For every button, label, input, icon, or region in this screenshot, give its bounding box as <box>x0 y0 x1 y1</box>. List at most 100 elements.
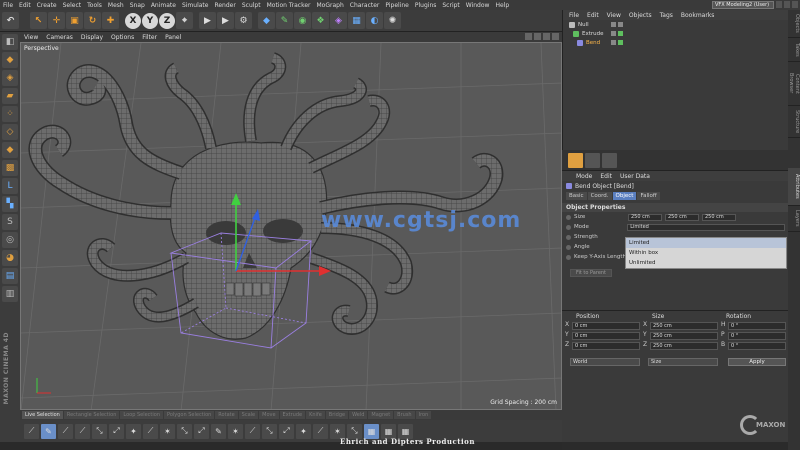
position-x-field[interactable]: 0 cm <box>572 322 640 330</box>
slide-tool-icon[interactable]: ⤡ <box>92 423 107 439</box>
mode-option-within-box[interactable]: Within box <box>626 248 786 258</box>
coordinate-system-icon[interactable]: ⌖ <box>176 12 193 29</box>
menu-plugins[interactable]: Plugins <box>412 2 440 9</box>
mode-rotate[interactable]: Rotate <box>215 411 238 419</box>
coordinate-space-select[interactable]: World <box>570 358 640 366</box>
menu-animate[interactable]: Animate <box>148 2 179 9</box>
om-menu-tags[interactable]: Tags <box>656 12 677 19</box>
size-y-field[interactable]: 250 cm <box>665 213 699 221</box>
menu-edit[interactable]: Edit <box>16 2 34 9</box>
animate-dot-icon[interactable] <box>566 244 571 250</box>
lock-workplane-icon[interactable]: ◕ <box>2 250 18 266</box>
subdivision-surface-icon[interactable]: ◉ <box>294 12 311 29</box>
bevel-tool-icon[interactable]: ✦ <box>126 423 141 439</box>
menu-sculpt[interactable]: Sculpt <box>239 2 264 9</box>
viewport-menu-options[interactable]: Options <box>107 34 138 41</box>
tweak-icon[interactable]: ▚ <box>2 196 18 212</box>
polygon-pen-icon[interactable]: ✎ <box>211 423 226 439</box>
workplane-icon[interactable]: ▰ <box>2 88 18 104</box>
iron-tool-icon[interactable]: ⟋ <box>245 423 260 439</box>
polygons-mode-icon[interactable]: ◆ <box>2 142 18 158</box>
animate-dot-icon[interactable] <box>566 234 571 240</box>
mode-bridge[interactable]: Bridge <box>325 411 349 419</box>
brush-tool-icon[interactable]: ⟋ <box>24 423 39 439</box>
visibility-dot-icon[interactable] <box>611 31 616 36</box>
recent-tool-icon[interactable]: ✚ <box>102 12 119 29</box>
quantize-icon[interactable]: ◎ <box>2 232 18 248</box>
y-axis-lock-button[interactable]: Y <box>142 12 158 29</box>
mode-brush[interactable]: Brush <box>394 411 415 419</box>
rotation-b-field[interactable]: 0 ° <box>728 342 786 350</box>
floor-icon[interactable]: ▦ <box>348 12 365 29</box>
texture-mode-icon[interactable]: ◈ <box>2 70 18 86</box>
tag-mode-icon[interactable] <box>585 152 600 168</box>
scale-icon[interactable]: ▣ <box>66 12 83 29</box>
mode-weld[interactable]: Weld <box>349 411 368 419</box>
tab-takes[interactable]: Takes <box>788 38 800 62</box>
material-mode-icon[interactable] <box>602 152 617 168</box>
orbit-icon[interactable] <box>543 33 550 40</box>
model-mode-icon[interactable]: ◆ <box>2 52 18 68</box>
minimize-icon[interactable] <box>776 1 782 8</box>
spin-edge-tool-icon[interactable]: ⤢ <box>279 423 294 439</box>
solo-icon[interactable]: ▥ <box>2 286 18 302</box>
render-view-icon[interactable]: ▶ <box>199 12 216 29</box>
menu-select[interactable]: Select <box>60 2 85 9</box>
maximize-icon[interactable] <box>784 1 790 8</box>
object-row-extrude[interactable]: Extrude <box>563 29 788 38</box>
menu-mesh[interactable]: Mesh <box>105 2 127 9</box>
position-z-field[interactable]: 0 cm <box>572 342 640 350</box>
visibility-dot-icon[interactable] <box>611 22 616 27</box>
menu-window[interactable]: Window <box>463 2 493 9</box>
size-x-field[interactable]: 250 cm <box>628 213 662 221</box>
size-z-field[interactable]: 250 cm <box>650 342 718 350</box>
camera-icon[interactable]: ◐ <box>366 12 383 29</box>
animate-dot-icon[interactable] <box>566 224 571 230</box>
layout-select[interactable]: VFX Modeling2 (User) <box>712 1 774 9</box>
mode-scale[interactable]: Scale <box>238 411 259 419</box>
menu-motion-tracker[interactable]: Motion Tracker <box>264 2 314 9</box>
tab-object[interactable]: Object <box>612 192 637 200</box>
viewport-menu-display[interactable]: Display <box>77 34 107 41</box>
om-menu-view[interactable]: View <box>603 12 625 19</box>
rotation-h-field[interactable]: 0 ° <box>728 322 786 330</box>
size-x-field[interactable]: 250 cm <box>650 322 718 330</box>
size-y-field[interactable]: 250 cm <box>650 332 718 340</box>
3d-viewport[interactable]: Perspective www.cgtsj.com Grid Spacing :… <box>20 42 562 410</box>
render-settings-icon[interactable]: ⚙ <box>235 12 252 29</box>
tab-content-browser[interactable]: Content Browser <box>788 62 800 106</box>
enable-axis-icon[interactable]: L <box>2 178 18 194</box>
om-menu-objects[interactable]: Objects <box>625 12 656 19</box>
spline-pen-icon[interactable]: ✎ <box>276 12 293 29</box>
enabled-check-icon[interactable] <box>618 40 623 45</box>
tab-basic[interactable]: Basic <box>566 192 587 200</box>
menu-tools[interactable]: Tools <box>84 2 105 9</box>
live-selection-icon[interactable]: ↖ <box>30 12 47 29</box>
om-menu-edit[interactable]: Edit <box>583 12 603 19</box>
workplane-grid-icon[interactable]: ▤ <box>2 268 18 284</box>
menu-mograph[interactable]: MoGraph <box>314 2 347 9</box>
om-menu-bookmarks[interactable]: Bookmarks <box>677 12 719 19</box>
mode-loop-selection[interactable]: Loop Selection <box>120 411 164 419</box>
fit-to-parent-button[interactable]: Fit to Parent <box>570 269 612 277</box>
z-axis-lock-button[interactable]: Z <box>159 12 175 29</box>
close-icon[interactable] <box>792 1 798 8</box>
am-menu-mode[interactable]: Mode <box>572 173 596 180</box>
tab-coord[interactable]: Coord. <box>587 192 612 200</box>
rotation-p-field[interactable]: 0 ° <box>728 332 786 340</box>
visibility-dot-icon[interactable] <box>611 40 616 45</box>
move-icon[interactable]: ✛ <box>48 12 65 29</box>
om-menu-file[interactable]: File <box>565 12 583 19</box>
object-row-bend[interactable]: Bend <box>563 38 788 47</box>
knife-tool-icon[interactable]: ⟋ <box>58 423 73 439</box>
viewport-menu-filter[interactable]: Filter <box>138 34 161 41</box>
object-row-null[interactable]: Null <box>563 20 788 29</box>
mode-polygon-selection[interactable]: Polygon Selection <box>164 411 215 419</box>
mode-move[interactable]: Move <box>259 411 279 419</box>
create-point-tool-icon[interactable]: ✦ <box>296 423 311 439</box>
tab-layers[interactable]: Layers <box>788 206 800 232</box>
weld-tool-icon[interactable]: ✶ <box>160 423 175 439</box>
dissolve-tool-icon[interactable]: ⤡ <box>262 423 277 439</box>
mode-live-selection[interactable]: Live Selection <box>22 411 63 419</box>
menu-snap[interactable]: Snap <box>127 2 148 9</box>
